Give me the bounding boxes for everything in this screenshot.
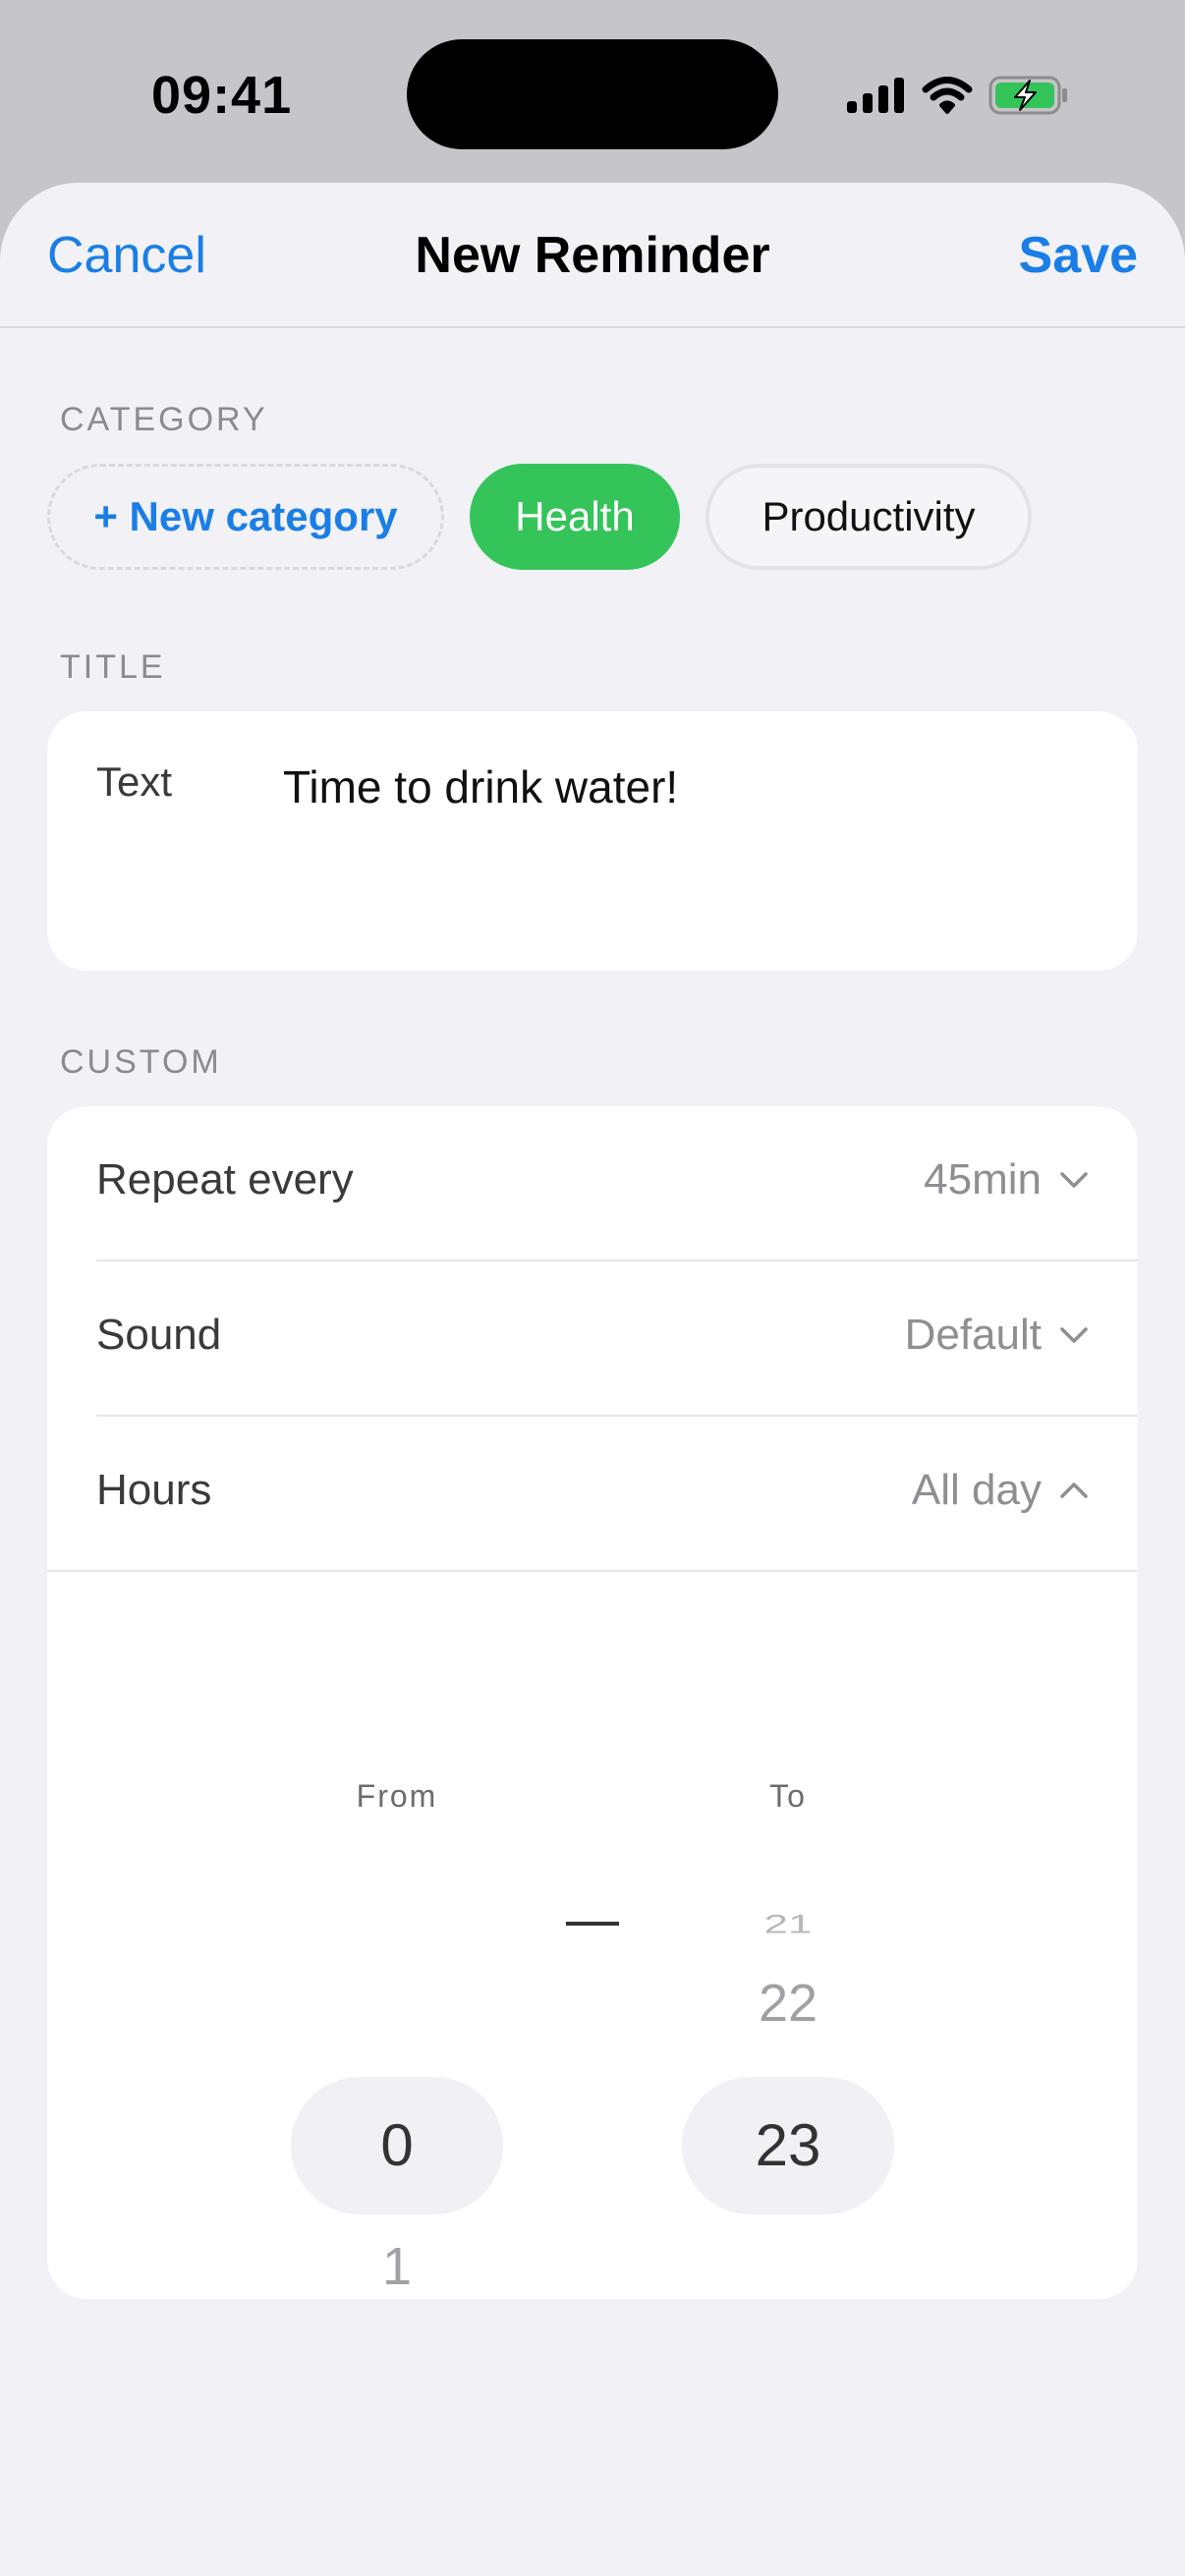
category-chips: + New category Health Productivity [47,464,1032,570]
repeat-every-value: 45min [924,1155,1042,1204]
wifi-icon [922,77,973,114]
repeat-every-label: Repeat every [96,1155,354,1204]
chevron-down-icon [1060,1172,1088,1188]
dynamic-island [407,39,778,149]
custom-card: Repeat every 45min Sound Default Hours A… [47,1106,1138,2299]
save-button[interactable]: Save [1019,226,1138,285]
picker-to-option[interactable]: 21 [682,1910,894,1940]
nav-bar: Cancel New Reminder Save [0,183,1185,328]
hours-value: All day [911,1466,1042,1514]
custom-section-label: CUSTOM [60,1043,222,1081]
new-category-button[interactable]: + New category [47,464,444,570]
picker-range-dash [566,1922,619,1926]
status-bar: 09:41 [0,0,1185,187]
status-icons [847,71,1069,120]
picker-from-selected[interactable]: 0 [291,2077,503,2214]
picker-to-label: To [769,1778,807,1814]
picker-to-option[interactable]: 22 [682,1973,894,2034]
title-card: Text Time to drink water! [47,711,1138,971]
row-divider [47,1570,1138,1572]
picker-from-option[interactable]: 1 [291,2236,503,2297]
category-chip-health[interactable]: Health [470,464,680,570]
title-section-label: TITLE [60,648,166,686]
hours-row[interactable]: Hours All day [47,1417,1138,1570]
repeat-every-row[interactable]: Repeat every 45min [47,1106,1138,1260]
page-title: New Reminder [415,227,770,284]
sound-label: Sound [96,1311,222,1359]
picker-from-label: From [356,1778,438,1814]
category-section-label: CATEGORY [60,401,268,438]
chevron-up-icon [1060,1483,1088,1498]
text-field-label: Text [96,758,173,805]
sound-value: Default [904,1311,1042,1359]
picker-to-selected[interactable]: 23 [682,2077,894,2214]
status-time: 09:41 [151,66,293,125]
new-reminder-sheet: Cancel New Reminder Save CATEGORY + New … [0,183,1185,2576]
signal-icon [847,78,904,113]
hours-label: Hours [96,1466,212,1514]
chevron-down-icon [1060,1327,1088,1343]
sound-row[interactable]: Sound Default [47,1261,1138,1415]
category-chip-productivity[interactable]: Productivity [705,464,1032,570]
reminder-text-input[interactable]: Time to drink water! [283,760,678,813]
battery-charging-icon [988,76,1067,115]
